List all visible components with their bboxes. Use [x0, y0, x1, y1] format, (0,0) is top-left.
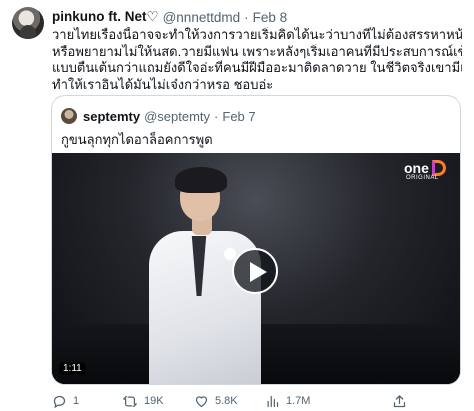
video-person-boutonniere	[224, 248, 236, 260]
video-player[interactable]: one ORIGINAL 1:11	[52, 153, 460, 384]
logo-text: one	[404, 160, 429, 176]
share-button[interactable]	[392, 392, 413, 410]
action-bar: 1 19K 5.8K 1.7M	[52, 392, 452, 410]
retweet-count: 19K	[144, 395, 164, 407]
play-icon	[250, 262, 267, 282]
like-count: 5.8K	[215, 395, 238, 407]
views-chart-icon	[267, 395, 279, 407]
user-handle[interactable]: @nnnettdmd	[163, 10, 241, 25]
quoted-handle: @septemty	[144, 108, 211, 124]
timestamp[interactable]: Feb 8	[253, 10, 288, 25]
retweet-icon	[123, 395, 137, 407]
quoted-tweet[interactable]: septemty @septemty · Feb 7 กูขนลุกทุกไดอ…	[51, 95, 461, 385]
tweet-text-line: หรือพยายามไม่ให้นสด.วายมีแฟน เพราะหลังๆเ…	[52, 43, 462, 59]
quoted-display-name: septemty	[83, 108, 141, 124]
tweet-text: วายไทยเรื่องนี้อาจจะทำให้วงการวายเริ่มคิ…	[52, 27, 462, 93]
video-duration: 1:11	[59, 362, 86, 375]
tweet-text-line: แบบตื่นเต้นกว่าแถมยังดีใจอ่ะที่คนมีฝีมือ…	[52, 60, 462, 75]
separator: ·	[214, 108, 219, 124]
share-icon	[393, 394, 406, 407]
play-button[interactable]	[232, 248, 278, 294]
tweet[interactable]: pinkuno ft. Net♡ @nnnettdmd · Feb 8 วายไ…	[0, 0, 474, 411]
retweet-button[interactable]: 19K	[122, 392, 164, 410]
tweet-text-line: วายไทยเรื่องนี้อาจจะทำให้วงการวายเริ่มคิ…	[52, 27, 462, 42]
tweet-header: pinkuno ft. Net♡ @nnnettdmd · Feb 8	[52, 8, 287, 26]
logo-d-mark	[432, 160, 446, 176]
views-button[interactable]: 1.7M	[265, 392, 310, 410]
heart-icon	[195, 395, 208, 407]
channel-logo: one ORIGINAL	[404, 160, 448, 181]
view-count: 1.7M	[286, 395, 311, 407]
quoted-timestamp: Feb 7	[222, 108, 256, 124]
reply-button[interactable]: 1	[52, 392, 79, 410]
tweet-text-line: ทำให้เราอินได้มันไม่เจ๋งกว่าหรอ ชอบอ่ะ	[52, 76, 274, 92]
like-button[interactable]: 5.8K	[194, 392, 238, 410]
reply-count: 1	[73, 395, 80, 407]
avatar[interactable]	[12, 7, 44, 39]
video-person-hair	[175, 167, 227, 193]
quoted-text: กูขนลุกทุกไดอาล็อคการพูด	[61, 132, 213, 147]
logo-subtext: ORIGINAL	[406, 175, 439, 181]
quoted-header: septemty @septemty · Feb 7	[83, 107, 256, 125]
display-name[interactable]: pinkuno ft. Net♡	[52, 9, 159, 25]
quoted-avatar	[61, 108, 77, 124]
reply-icon	[53, 395, 66, 408]
separator: ·	[244, 9, 249, 25]
